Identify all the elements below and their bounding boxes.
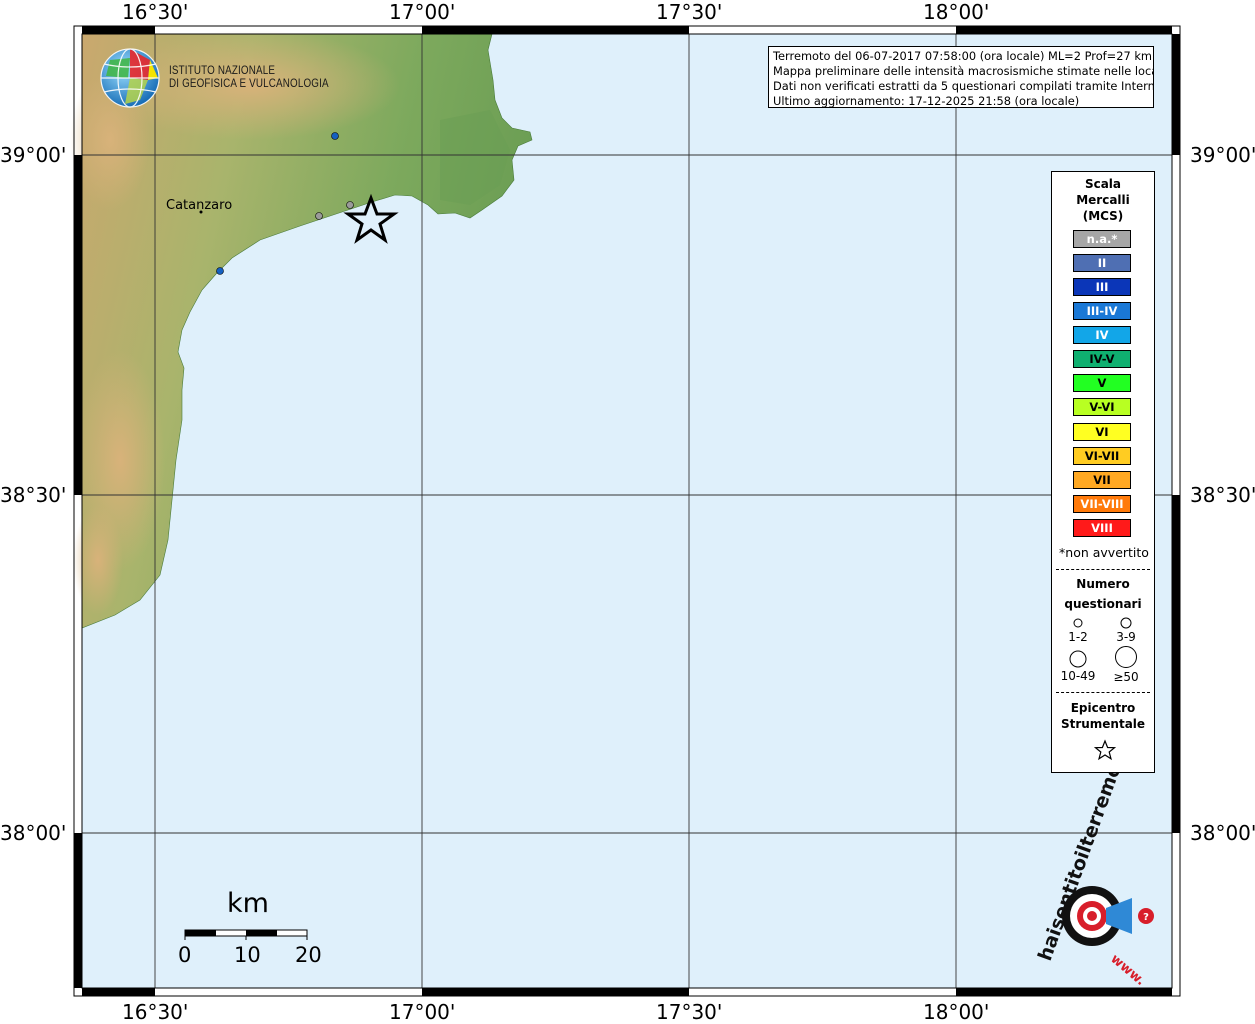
scale-bar-unit: km <box>227 888 269 919</box>
legend-title-line1: Scala <box>1084 177 1122 191</box>
legend-swatch-na: n.a.* <box>1073 230 1131 248</box>
legend-epicenter-line2: Strumentale <box>1060 717 1146 731</box>
lon-label-bottom: 18°00' <box>923 1000 990 1024</box>
observation-point[interactable] <box>346 201 354 209</box>
legend-swatch-V-VI: V-VI <box>1073 398 1131 416</box>
legend-swatch-III: III <box>1073 278 1131 296</box>
legend-swatch-VIII: VIII <box>1073 519 1131 537</box>
highland-southwest <box>73 505 123 615</box>
legend-swatch-V: V <box>1073 374 1131 392</box>
institute-line2: DI GEOFISICA E VULCANOLOGIA <box>169 76 329 90</box>
legend-epicenter-line1: Epicentro <box>1070 701 1136 715</box>
count-symbol-medium <box>1120 617 1132 629</box>
scale-bar-tick: 20 <box>295 943 322 967</box>
legend-separator <box>1056 692 1150 693</box>
observation-point[interactable] <box>315 212 323 220</box>
legend-title: Scala Mercalli (MCS) <box>1052 176 1154 224</box>
lon-label-top: 17°00' <box>389 0 456 24</box>
count-label-50plus: ≥50 <box>1113 670 1139 684</box>
scale-bar-tick: 10 <box>234 943 261 967</box>
legend-panel: Scala Mercalli (MCS) n.a.* II III III-IV… <box>1051 171 1155 773</box>
legend-title-line3: (MCS) <box>1082 209 1124 223</box>
info-line-4: Ultimo aggiornamento: 17-12-2025 21:58 (… <box>773 94 1080 108</box>
legend-count-title-line2: questionari <box>1064 597 1142 611</box>
observation-point[interactable] <box>216 267 224 275</box>
legend-swatch-VII: VII <box>1073 471 1131 489</box>
observation-point[interactable] <box>331 132 339 140</box>
info-line-1: Terremoto del 06-07-2017 07:58:00 (ora l… <box>773 49 1153 63</box>
scale-bar-tick: 0 <box>178 943 192 967</box>
lon-label-top: 16°30' <box>122 0 189 24</box>
count-label-1-2: 1-2 <box>1068 630 1088 644</box>
lon-label-bottom: 16°30' <box>122 1000 189 1024</box>
legend-swatch-VII-VIII: VII-VIII <box>1073 495 1131 513</box>
lon-label-top: 18°00' <box>923 0 990 24</box>
legend-swatch-II: II <box>1073 254 1131 272</box>
info-line-3: Dati non verificati estratti da 5 questi… <box>773 79 1154 93</box>
institute-name: ISTITUTO NAZIONALE DI GEOFISICA E VULCAN… <box>169 64 329 90</box>
event-info-box: Terremoto del 06-07-2017 07:58:00 (ora l… <box>768 46 1154 108</box>
lat-label-left: 38°30' <box>0 483 67 507</box>
count-symbol-xlarge <box>1115 646 1137 668</box>
count-label-10-49: 10-49 <box>1060 669 1096 683</box>
city-label-catanzaro: Catanzaro <box>166 198 233 213</box>
legend-epicenter-title: Epicentro Strumentale <box>1052 700 1154 732</box>
count-label-3-9: 3-9 <box>1116 630 1136 644</box>
count-symbol-small <box>1073 618 1083 628</box>
lon-label-top: 17°30' <box>656 0 723 24</box>
lat-label-right: 38°00' <box>1190 821 1255 845</box>
legend-swatch-III-IV: III-IV <box>1073 302 1131 320</box>
legend-star-icon <box>1094 739 1116 761</box>
legend-separator <box>1056 569 1150 570</box>
count-symbol-large <box>1069 650 1087 668</box>
legend-swatch-VI-VII: VI-VII <box>1073 447 1131 465</box>
legend-swatch-VI: VI <box>1073 423 1131 441</box>
lat-label-right: 39°00' <box>1190 143 1255 167</box>
lon-label-bottom: 17°30' <box>656 1000 723 1024</box>
lat-label-left: 39°00' <box>0 143 67 167</box>
info-line-2: Mappa preliminare delle intensità macros… <box>773 64 1154 78</box>
lat-label-left: 38°00' <box>0 821 67 845</box>
legend-note: *non avvertito <box>1059 545 1149 560</box>
legend-swatch-IV-V: IV-V <box>1073 350 1131 368</box>
lat-label-right: 38°30' <box>1190 483 1255 507</box>
legend-count-title-line1: Numero <box>1076 577 1130 591</box>
legend-title-line2: Mercalli <box>1076 193 1130 207</box>
legend-swatch-IV: IV <box>1073 326 1131 344</box>
ingv-globe-icon <box>100 48 160 108</box>
svg-text:?: ? <box>1143 912 1149 923</box>
lon-label-bottom: 17°00' <box>389 1000 456 1024</box>
legend-count-title: Numero questionari <box>1052 574 1154 614</box>
